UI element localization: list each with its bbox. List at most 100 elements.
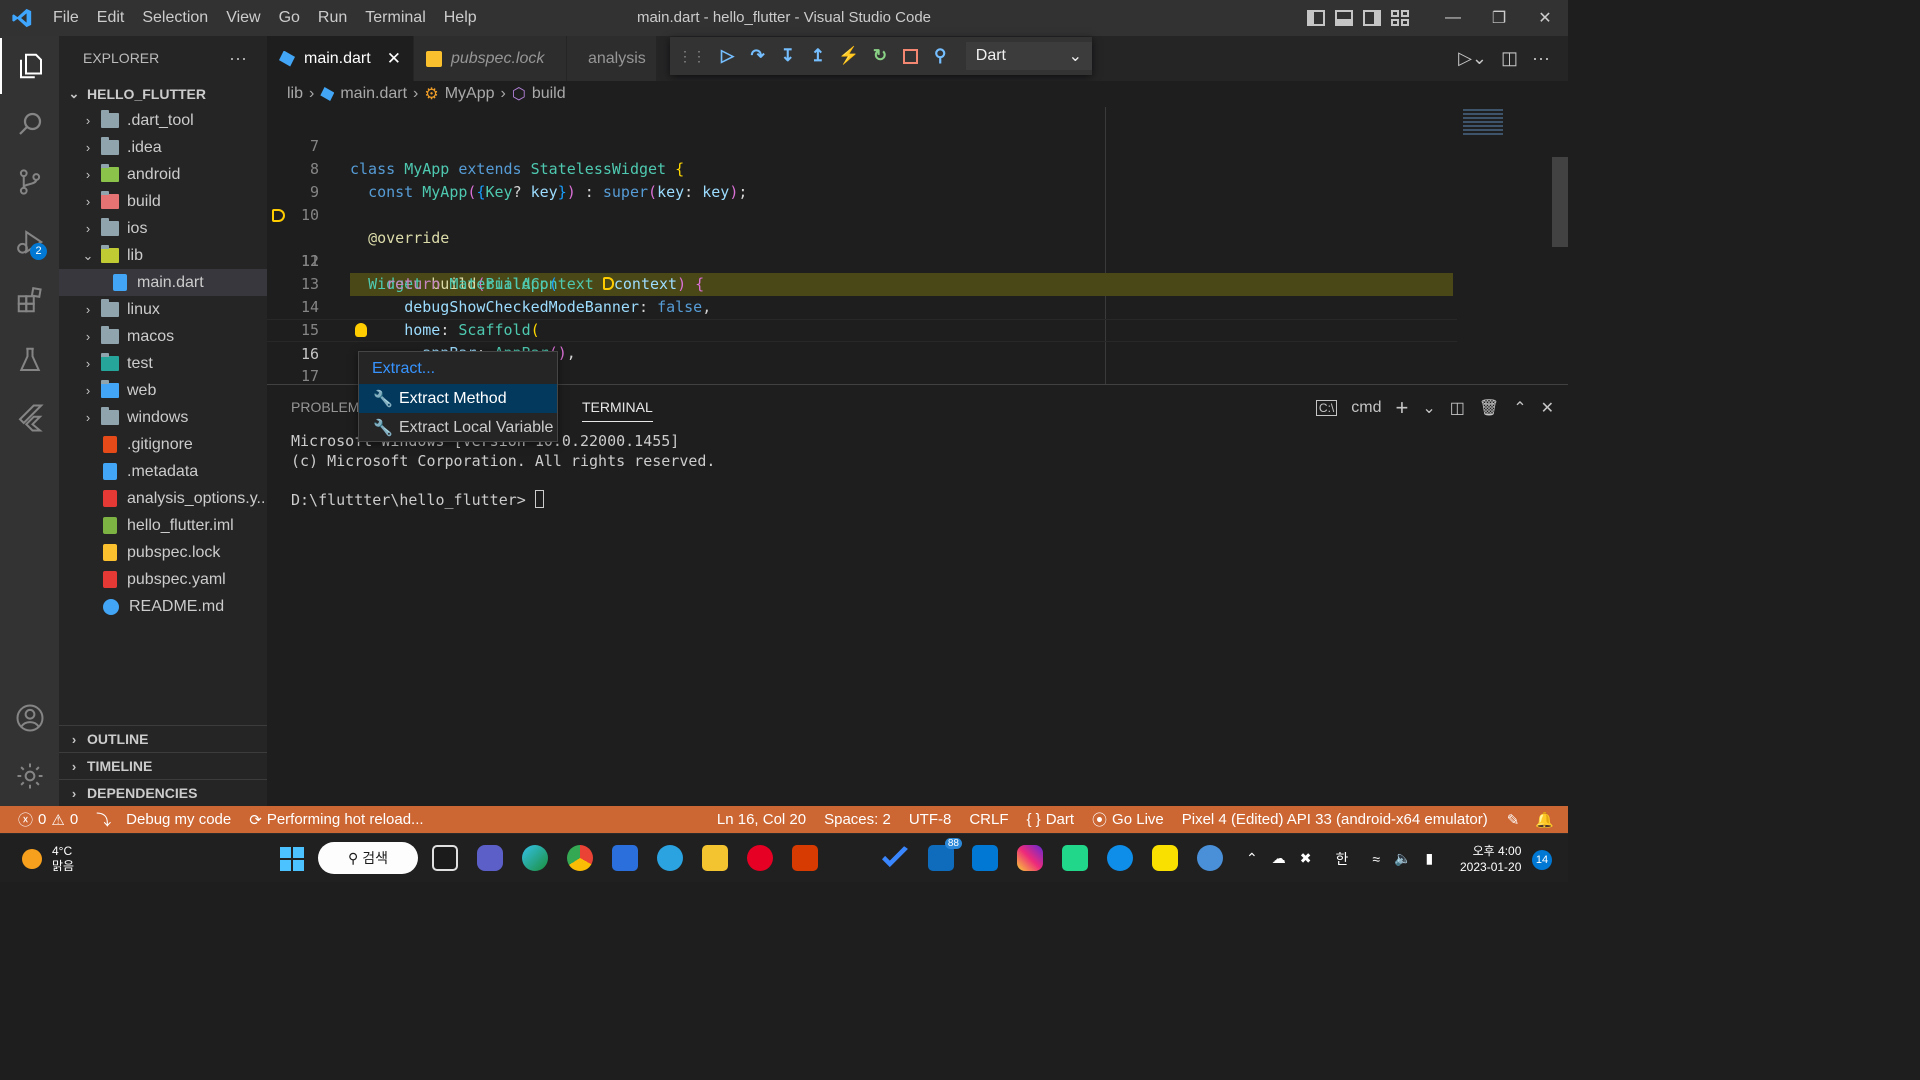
timeline-section[interactable]: › TIMELINE — [59, 752, 267, 779]
feedback-icon[interactable]: ✎ — [1497, 811, 1530, 829]
tree-item[interactable]: › build — [59, 188, 267, 215]
tree-item[interactable]: hello_flutter.iml — [59, 512, 267, 539]
restore-button[interactable]: ❐ — [1476, 0, 1522, 36]
tree-item[interactable]: › web — [59, 377, 267, 404]
notification-count[interactable]: 14 — [1532, 850, 1552, 870]
microsoft-store-icon[interactable] — [612, 845, 638, 871]
line-ending[interactable]: CRLF — [960, 811, 1017, 828]
pinterest-icon[interactable] — [747, 845, 773, 871]
search-icon[interactable] — [0, 96, 59, 152]
teamviewer-icon[interactable] — [1107, 845, 1133, 871]
menu-run[interactable]: Run — [309, 0, 356, 36]
close-tab-icon[interactable]: ✕ — [387, 49, 401, 69]
source-control-icon[interactable] — [0, 154, 59, 210]
tree-item[interactable]: › macos — [59, 323, 267, 350]
toggle-primary-sidebar-icon[interactable] — [1307, 10, 1325, 26]
outlook-icon[interactable]: 88 — [928, 838, 962, 871]
breadcrumb-file[interactable]: main.dart — [340, 85, 407, 103]
encoding[interactable]: UTF-8 — [900, 811, 961, 828]
edge-icon[interactable] — [522, 845, 548, 871]
tab-terminal[interactable]: TERMINAL — [581, 393, 653, 422]
pycharm-icon[interactable] — [1062, 845, 1088, 871]
indentation[interactable]: Spaces: 2 — [815, 811, 900, 828]
close-window-button[interactable]: ✕ — [1522, 0, 1568, 36]
menu-edit[interactable]: Edit — [88, 0, 134, 36]
menu-selection[interactable]: Selection — [133, 0, 217, 36]
split-terminal-icon[interactable]: ◫ — [1450, 398, 1465, 418]
battery-icon[interactable]: ▮ — [1425, 850, 1433, 867]
accounts-icon[interactable] — [0, 690, 59, 746]
testing-icon[interactable] — [0, 332, 59, 388]
start-menu-icon[interactable] — [280, 847, 304, 871]
step-out-icon[interactable]: ↥ — [809, 46, 826, 66]
minimize-button[interactable]: — — [1430, 0, 1476, 36]
vertical-scrollbar[interactable] — [1552, 157, 1568, 247]
drag-handle-icon[interactable]: ⋮⋮ — [678, 48, 706, 65]
tree-item[interactable]: › .idea — [59, 134, 267, 161]
more-editor-actions-icon[interactable]: ··· — [1532, 48, 1550, 69]
lightbulb-icon[interactable] — [355, 323, 367, 337]
toggle-secondary-sidebar-icon[interactable] — [1363, 10, 1381, 26]
wifi-icon[interactable]: ≈ — [1372, 851, 1380, 867]
tree-item[interactable]: › .dart_tool — [59, 107, 267, 134]
tree-item[interactable]: › ios — [59, 215, 267, 242]
terminal-shell-label[interactable]: cmd — [1351, 399, 1381, 417]
terminal-output[interactable]: Microsoft Windows [Version 10.0.22000.14… — [291, 431, 715, 510]
step-over-icon[interactable]: ↷ — [749, 46, 766, 66]
telegram-icon[interactable] — [657, 845, 683, 871]
problems-status[interactable]: ⓧ 0 ⚠ 0 — [0, 809, 87, 830]
code-editor[interactable]: 7 class MyApp extends StatelessWidget { … — [267, 107, 1568, 384]
menu-go[interactable]: Go — [270, 0, 309, 36]
run-debug-icon[interactable]: 2 — [0, 214, 59, 270]
file-explorer-icon[interactable] — [702, 845, 728, 871]
minimap[interactable] — [1457, 107, 1552, 384]
chrome-icon[interactable] — [567, 845, 593, 871]
menu-view[interactable]: View — [217, 0, 269, 36]
breakpoint-marker-icon[interactable] — [272, 209, 285, 222]
chevron-up-icon[interactable]: ⌃ — [1246, 850, 1258, 867]
go-live-button[interactable]: ⦿ Go Live — [1083, 809, 1173, 830]
continue-icon[interactable]: ▷ — [719, 46, 736, 66]
dependencies-section[interactable]: › DEPENDENCIES — [59, 779, 267, 806]
language-mode[interactable]: { } Dart — [1018, 811, 1084, 828]
app-icon[interactable] — [1197, 845, 1223, 871]
chevron-down-icon[interactable]: ⌄ — [1422, 398, 1435, 418]
debug-config-select[interactable]: Dart ⌄ — [965, 42, 1093, 70]
weather-widget[interactable]: 4°C 맑음 — [22, 834, 74, 883]
todo-icon[interactable] — [882, 846, 908, 868]
tree-item[interactable]: pubspec.lock — [59, 539, 267, 566]
device-selector[interactable]: Pixel 4 (Edited) API 33 (android-x64 emu… — [1173, 811, 1497, 828]
instagram-icon[interactable] — [1017, 845, 1043, 871]
office-icon[interactable] — [792, 845, 818, 871]
tab-main-dart[interactable]: main.dart ✕ — [267, 36, 414, 81]
teams-chat-icon[interactable] — [477, 845, 503, 871]
explorer-icon[interactable] — [0, 38, 59, 94]
flutter-icon[interactable] — [0, 390, 59, 446]
app-tray-icon[interactable]: ✖ — [1300, 850, 1312, 867]
task-view-icon[interactable] — [432, 845, 458, 871]
volume-icon[interactable]: 🔈 — [1394, 850, 1411, 867]
kakaotalk-icon[interactable] — [1152, 845, 1178, 871]
breadcrumb-class[interactable]: MyApp — [445, 85, 495, 103]
notifications-bell-icon[interactable]: 🔔 — [1529, 811, 1568, 829]
toggle-panel-icon[interactable] — [1335, 10, 1353, 26]
outline-section[interactable]: › OUTLINE — [59, 725, 267, 752]
tree-item[interactable]: .metadata — [59, 458, 267, 485]
tab-analysis-options[interactable]: analysis — [566, 36, 657, 81]
breadcrumb-method[interactable]: build — [532, 85, 566, 103]
taskbar-search[interactable]: ⚲ 검색 — [318, 842, 418, 874]
trash-icon[interactable]: 🗑 — [1479, 398, 1499, 418]
extensions-icon[interactable] — [0, 272, 59, 328]
tree-item[interactable]: › linux — [59, 296, 267, 323]
breadcrumb-lib[interactable]: lib — [287, 85, 303, 103]
ime-indicator[interactable]: 한 — [1335, 849, 1348, 869]
onedrive-icon[interactable]: ☁ — [1272, 850, 1286, 867]
tree-item[interactable]: main.dart — [59, 269, 267, 296]
new-terminal-icon[interactable]: + — [1395, 395, 1408, 421]
manage-gear-icon[interactable] — [0, 748, 59, 804]
tree-item[interactable]: › windows — [59, 404, 267, 431]
tree-item[interactable]: › test — [59, 350, 267, 377]
run-file-icon[interactable]: ▷⌄ — [1458, 48, 1487, 69]
vscode-taskbar-icon[interactable] — [972, 845, 998, 871]
tree-item[interactable]: ⌄ lib — [59, 242, 267, 269]
